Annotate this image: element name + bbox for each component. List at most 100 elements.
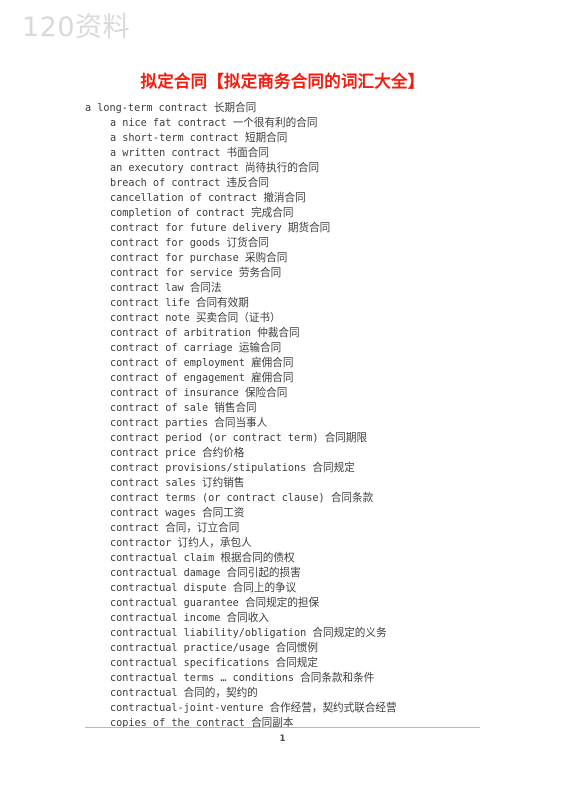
entry-term: contract of employment xyxy=(110,358,245,369)
list-item: contract law 合同法 xyxy=(0,281,565,296)
entry-translation: 采购合同 xyxy=(244,252,288,264)
list-item: a short-term contract 短期合同 xyxy=(0,131,565,146)
entry-term: contract law xyxy=(110,283,184,294)
entry-translation: 仲裁合同 xyxy=(257,327,300,339)
entry-term: breach of contract xyxy=(110,178,221,189)
list-item: contractual specifications 合同规定 xyxy=(0,656,565,671)
list-item: completion of contract 完成合同 xyxy=(0,206,565,221)
entry-translation: 买卖合同（证书） xyxy=(195,312,281,324)
list-item: contract for service 劳务合同 xyxy=(0,266,565,281)
watermark: 120资料 xyxy=(22,12,131,43)
list-item: contractual damage 合同引起的损害 xyxy=(0,566,565,581)
page-footer: 1 xyxy=(0,727,565,744)
list-item: contract for purchase 采购合同 xyxy=(0,251,565,266)
entry-term: contract price xyxy=(110,448,196,459)
page-title: 拟定合同【拟定商务合同的词汇大全】 xyxy=(140,72,425,91)
list-item: contract wages 合同工资 xyxy=(0,506,565,521)
entry-term: contract terms (or contract clause) xyxy=(110,493,325,504)
entry-term: contract for service xyxy=(110,268,233,279)
list-item: contract of engagement 雇佣合同 xyxy=(0,371,565,386)
list-item: contractual-joint-venture 合作经营，契约式联合经营 xyxy=(0,701,565,716)
entry-translation: 运输合同 xyxy=(238,342,282,354)
entry-term: completion of contract xyxy=(110,208,245,219)
list-item: contract life 合同有效期 xyxy=(0,296,565,311)
list-item: contractor 订约人，承包人 xyxy=(0,536,565,551)
entry-term: contractual damage xyxy=(110,568,221,579)
list-item: contract terms (or contract clause) 合同条款 xyxy=(0,491,565,506)
entry-translation: 合同条款和条件 xyxy=(300,672,375,684)
entry-translation: 合同条款 xyxy=(330,492,374,504)
entry-translation: 合同规定的义务 xyxy=(312,627,387,639)
entry-term: contractual dispute xyxy=(110,583,227,594)
entry-translation: 劳务合同 xyxy=(238,267,282,279)
entry-term: contract of arbitration xyxy=(110,328,252,339)
list-item: cancellation of contract 撤消合同 xyxy=(0,191,565,206)
entry-term: contract note xyxy=(110,313,190,324)
entry-term: contract for goods xyxy=(110,238,221,249)
entry-translation: 雇佣合同 xyxy=(251,372,294,384)
entry-term: contractual guarantee xyxy=(110,598,239,609)
list-item: contractual income 合同收入 xyxy=(0,611,565,626)
entry-term: contract wages xyxy=(110,508,196,519)
list-item: an executory contract 尚待执行的合同 xyxy=(0,161,565,176)
entry-translation: 合同有效期 xyxy=(195,297,249,309)
list-item: contractual claim 根据合同的债权 xyxy=(0,551,565,566)
entry-translation: 完成合同 xyxy=(251,207,294,219)
entry-translation: 合同惯例 xyxy=(275,642,318,654)
entry-translation: 合同，订立合同 xyxy=(165,522,240,534)
entry-term: contractual income xyxy=(110,613,221,624)
list-item: contract period (or contract term) 合同期限 xyxy=(0,431,565,446)
list-item: contract note 买卖合同（证书） xyxy=(0,311,565,326)
list-item: contract of insurance 保险合同 xyxy=(0,386,565,401)
entry-translation: 订约人，承包人 xyxy=(177,537,252,549)
entry-translation: 合同当事人 xyxy=(214,417,268,429)
entry-translation: 合同工资 xyxy=(202,507,245,519)
entry-translation: 订货合同 xyxy=(226,237,269,249)
entry-term: contract of carriage xyxy=(110,343,233,354)
entry-term: cancellation of contract xyxy=(110,193,258,204)
list-item: breach of contract 违反合同 xyxy=(0,176,565,191)
list-item: a nice fat contract 一个很有利的合同 xyxy=(0,116,565,131)
entry-term: contract parties xyxy=(110,418,209,429)
entry-term: contract provisions/stipulations xyxy=(110,463,307,474)
list-item: contract of carriage 运输合同 xyxy=(0,341,565,356)
entry-term: contractual xyxy=(110,688,178,699)
entry-translation: 短期合同 xyxy=(244,132,288,144)
entry-translation: 书面合同 xyxy=(226,147,269,159)
entry-term: contractual liability/obligation xyxy=(110,628,307,639)
entry-translation: 合作经营，契约式联合经营 xyxy=(269,702,397,714)
entry-term: contract of sale xyxy=(110,403,209,414)
entry-translation: 销售合同 xyxy=(214,402,257,414)
entry-translation: 长期合同 xyxy=(213,102,257,114)
entry-term: an executory contract xyxy=(110,163,239,174)
list-item: contract sales 订约销售 xyxy=(0,476,565,491)
entry-term: contract period (or contract term) xyxy=(110,433,319,444)
entry-translation: 根据合同的债权 xyxy=(220,552,295,564)
page-number: 1 xyxy=(279,734,286,744)
list-item: a long-term contract 长期合同 xyxy=(0,101,565,116)
entry-term: a short-term contract xyxy=(110,133,239,144)
entry-translation: 订约销售 xyxy=(202,477,245,489)
list-item: contract of employment 雇佣合同 xyxy=(0,356,565,371)
entry-term: a written contract xyxy=(110,148,221,159)
entry-term: contract of insurance xyxy=(110,388,239,399)
entry-term: contractual terms … conditions xyxy=(110,673,295,684)
list-item: contract for goods 订货合同 xyxy=(0,236,565,251)
list-item: contractual guarantee 合同规定的担保 xyxy=(0,596,565,611)
entry-translation: 违反合同 xyxy=(226,177,269,189)
entry-translation: 尚待执行的合同 xyxy=(244,162,320,174)
entry-term: contractual specifications xyxy=(110,658,270,669)
document-page: 120资料 拟定合同【拟定商务合同的词汇大全】 a long-term cont… xyxy=(0,0,565,800)
entry-term: contract for future delivery xyxy=(110,223,282,234)
entry-translation: 雇佣合同 xyxy=(251,357,294,369)
list-item: contractual terms … conditions 合同条款和条件 xyxy=(0,671,565,686)
list-item: contract provisions/stipulations 合同规定 xyxy=(0,461,565,476)
list-item: contract of sale 销售合同 xyxy=(0,401,565,416)
footer-divider xyxy=(85,727,480,728)
list-item: contract of arbitration 仲裁合同 xyxy=(0,326,565,341)
list-item: a written contract 书面合同 xyxy=(0,146,565,161)
entry-translation: 合同引起的损害 xyxy=(226,567,301,579)
entry-term: contract of engagement xyxy=(110,373,245,384)
entry-translation: 合同规定的担保 xyxy=(244,597,320,609)
entry-translation: 合同规定 xyxy=(312,462,355,474)
